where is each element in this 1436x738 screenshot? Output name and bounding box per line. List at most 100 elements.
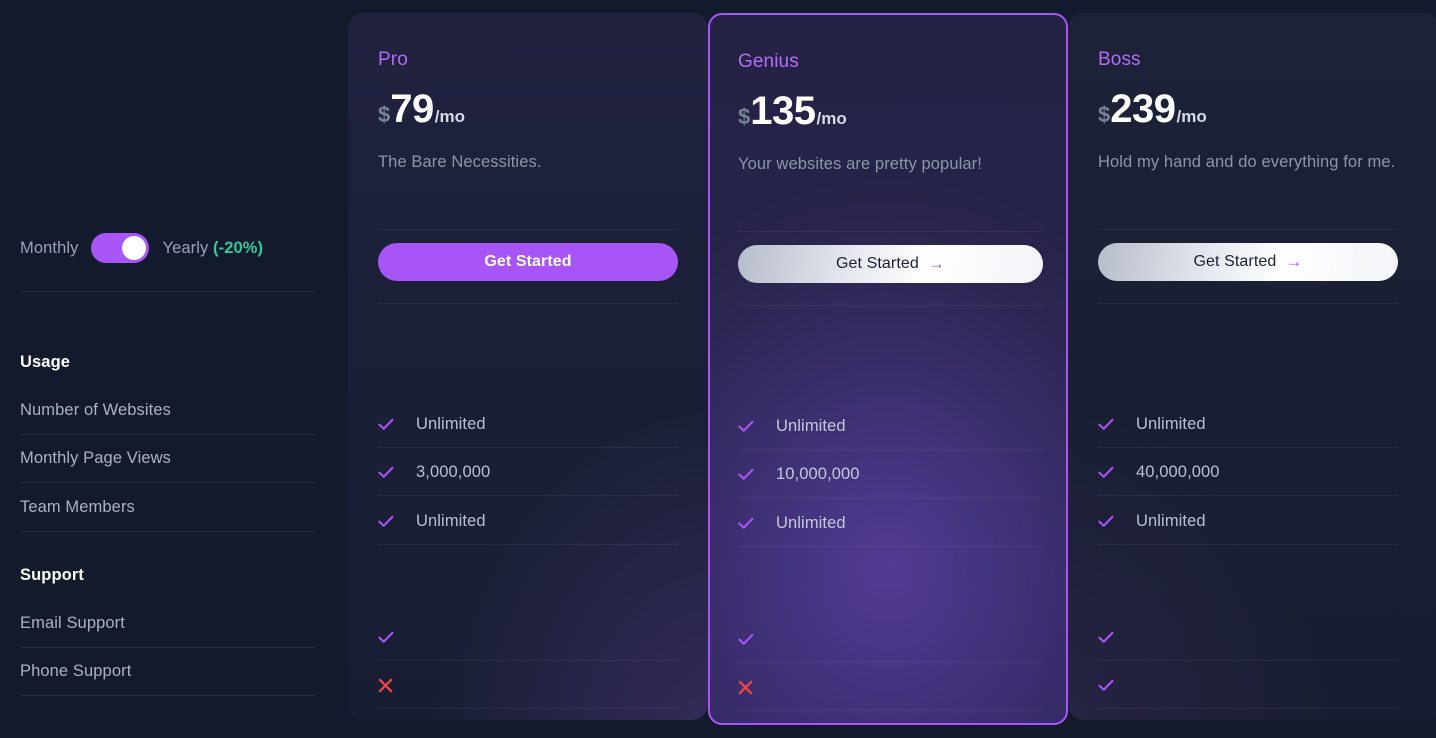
price-amount: 135: [750, 89, 816, 133]
card-divider: [738, 546, 1043, 547]
support-row: [1098, 613, 1398, 661]
feature-row: 10,000,000: [738, 450, 1043, 498]
billing-period-switch[interactable]: [91, 233, 150, 263]
price-amount: 239: [1110, 87, 1176, 131]
cross-icon: [378, 678, 394, 693]
plan-name-genius: Genius: [738, 51, 799, 72]
support-row: [1098, 661, 1398, 709]
cross-icon: [738, 680, 754, 695]
plan-name-pro: Pro: [378, 49, 408, 70]
pricing-page: Monthly Yearly (-20%) Usage Number of We…: [0, 0, 1436, 738]
sidebar-item-team-members: Team Members: [20, 498, 135, 516]
card-divider: [378, 303, 678, 304]
plan-price-pro: $ 79 /mo: [378, 89, 465, 129]
sidebar-divider: [20, 482, 316, 483]
plan-price-boss: $ 239 /mo: [1098, 89, 1207, 129]
get-started-button-genius[interactable]: Get Started →: [738, 245, 1043, 283]
plan-tagline-boss: Hold my hand and do everything for me.: [1098, 153, 1396, 171]
card-divider: [378, 708, 678, 709]
support-row: [378, 661, 678, 709]
billing-yearly-text: Yearly: [162, 238, 209, 257]
plan-tagline-pro: The Bare Necessities.: [378, 153, 542, 171]
billing-discount-badge: (-20%): [213, 238, 264, 257]
check-icon: [738, 468, 754, 481]
feature-value: 10,000,000: [776, 464, 860, 483]
feature-value: Unlimited: [1136, 511, 1206, 530]
check-icon: [1098, 515, 1114, 528]
price-period: /mo: [434, 107, 465, 126]
price-period: /mo: [1176, 107, 1207, 126]
plan-tagline-genius: Your websites are pretty popular!: [738, 155, 982, 173]
feature-row: 40,000,000: [1098, 448, 1398, 496]
check-icon: [738, 633, 754, 646]
sidebar-item-phone-support: Phone Support: [20, 662, 132, 680]
check-icon: [738, 517, 754, 530]
plan-price-genius: $ 135 /mo: [738, 91, 847, 131]
support-row: [378, 613, 678, 661]
check-icon: [378, 631, 394, 644]
sidebar-item-email-support: Email Support: [20, 614, 125, 632]
card-divider: [738, 710, 1043, 711]
pricing-card-pro[interactable]: Pro $ 79 /mo The Bare Necessities. Get S…: [348, 13, 708, 720]
arrow-right-icon: →: [927, 253, 946, 273]
check-icon: [378, 466, 394, 479]
get-started-button-pro[interactable]: Get Started: [378, 243, 678, 281]
cta-label: Get Started: [1193, 253, 1277, 270]
get-started-button-boss[interactable]: Get Started →: [1098, 243, 1398, 281]
sidebar-item-monthly-page-views: Monthly Page Views: [20, 449, 171, 467]
check-icon: [1098, 466, 1114, 479]
card-divider: [1098, 303, 1398, 304]
sidebar-divider-top: [20, 291, 316, 292]
billing-period-toggle-group[interactable]: Monthly Yearly (-20%): [20, 233, 263, 263]
check-icon: [1098, 679, 1114, 692]
cta-label: Get Started: [835, 255, 919, 272]
arrow-right-icon: →: [1285, 251, 1303, 271]
price-currency: $: [1098, 102, 1111, 127]
check-icon: [1098, 631, 1114, 644]
check-icon: [378, 418, 394, 431]
price-currency: $: [738, 104, 751, 129]
sidebar-divider: [20, 647, 316, 648]
sidebar-item-number-of-websites: Number of Websites: [20, 401, 171, 419]
feature-row: Unlimited: [1098, 400, 1398, 448]
card-divider: [378, 495, 678, 496]
feature-value: Unlimited: [776, 513, 846, 532]
pricing-card-genius[interactable]: Genius $ 135 /mo Your websites are prett…: [708, 13, 1068, 725]
feature-value: Unlimited: [416, 414, 486, 433]
sidebar-divider: [20, 531, 316, 532]
card-divider: [378, 544, 678, 545]
sidebar-divider: [20, 434, 316, 435]
billing-monthly-label[interactable]: Monthly: [20, 239, 78, 258]
switch-knob: [122, 236, 147, 260]
card-divider: [378, 229, 678, 230]
card-divider: [738, 305, 1043, 306]
feature-row: Unlimited: [378, 400, 678, 448]
feature-row: Unlimited: [378, 497, 678, 545]
card-divider: [1098, 229, 1398, 230]
feature-row: Unlimited: [738, 499, 1043, 547]
support-row: [738, 615, 1043, 663]
support-row: [738, 663, 1043, 711]
card-divider: [738, 497, 1043, 498]
price-currency: $: [378, 102, 391, 127]
plan-name-boss: Boss: [1098, 49, 1141, 70]
pricing-cards-container: Pro $ 79 /mo The Bare Necessities. Get S…: [348, 0, 1436, 738]
feature-value: Unlimited: [776, 416, 846, 435]
feature-labels-sidebar: Monthly Yearly (-20%) Usage Number of We…: [0, 0, 348, 738]
price-period: /mo: [816, 109, 847, 128]
feature-value: Unlimited: [1136, 414, 1206, 433]
card-divider: [738, 231, 1043, 232]
check-icon: [378, 515, 394, 528]
pricing-card-boss[interactable]: Boss $ 239 /mo Hold my hand and do every…: [1068, 13, 1436, 720]
cta-label: Get Started: [484, 253, 572, 270]
feature-row: 3,000,000: [378, 448, 678, 496]
feature-value: 3,000,000: [416, 462, 491, 481]
feature-row: Unlimited: [738, 402, 1043, 450]
feature-row: Unlimited: [1098, 497, 1398, 545]
sidebar-group-title-usage: Usage: [20, 353, 71, 371]
sidebar-group-title-support: Support: [20, 566, 84, 584]
card-divider: [1098, 495, 1398, 496]
feature-value: 40,000,000: [1136, 462, 1220, 481]
sidebar-divider: [20, 695, 316, 696]
billing-yearly-label[interactable]: Yearly (-20%): [162, 239, 263, 258]
